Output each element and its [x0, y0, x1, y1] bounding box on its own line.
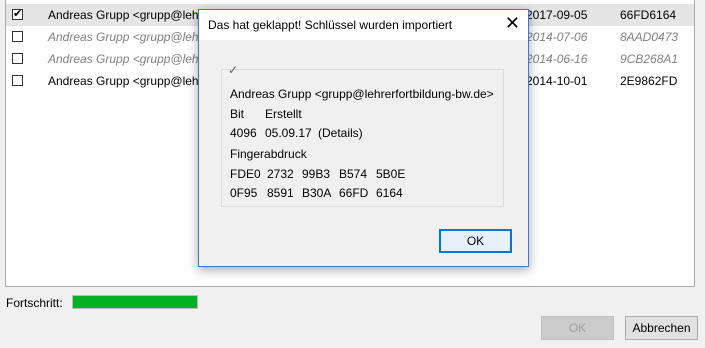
fingerprint-group: 6164: [376, 186, 403, 200]
fingerprint-label: Fingerabdruck: [230, 147, 307, 161]
bit-label: Bit: [230, 107, 245, 121]
checkbox[interactable]: [12, 75, 23, 86]
checkbox[interactable]: [12, 7, 23, 20]
details-link[interactable]: (Details): [318, 126, 363, 140]
key-date: 2014-07-06: [526, 30, 588, 44]
fingerprint-group: 2732: [267, 167, 294, 181]
created-label: Erstellt: [265, 107, 302, 121]
checkmark-icon: ✓: [228, 63, 239, 77]
key-date: 2017-09-05: [526, 8, 588, 22]
fingerprint-group: 66FD: [339, 186, 369, 200]
fingerprint-group: B574: [339, 167, 368, 181]
key-fingerprint: 8AAD0473: [620, 30, 679, 44]
close-icon[interactable]: ✕: [505, 14, 520, 32]
fingerprint-group: B30A: [302, 186, 332, 200]
key-fingerprint: 2E9862FD: [620, 74, 678, 88]
ok-button[interactable]: OK: [541, 316, 614, 340]
fingerprint-group: 8591: [267, 186, 294, 200]
fingerprint-group: 5B0E: [376, 167, 406, 181]
progress-fill: [73, 296, 197, 308]
fingerprint-group: 0F95: [230, 186, 258, 200]
fingerprint-group: 99B3: [302, 167, 331, 181]
key-date: 2014-06-16: [526, 52, 588, 66]
key-fingerprint: 66FD6164: [620, 8, 677, 22]
dialog-ok-button[interactable]: OK: [439, 229, 512, 253]
fingerprint-group: FDE0: [230, 167, 261, 181]
checkbox[interactable]: [12, 53, 23, 64]
import-success-dialog: Das hat geklappt! Schlüssel wurden impor…: [198, 9, 529, 267]
dialog-titlebar: Das hat geklappt! Schlüssel wurden impor…: [199, 10, 528, 40]
bits-value: 4096: [230, 126, 257, 140]
progress-label: Fortschritt:: [6, 296, 63, 310]
created-value: 05.09.17: [265, 126, 312, 140]
cancel-button[interactable]: Abbrechen: [625, 316, 698, 340]
key-date: 2014-10-01: [526, 74, 588, 88]
progress-bar: [72, 295, 198, 309]
key-fingerprint: 9CB268A1: [620, 52, 679, 66]
dialog-title: Das hat geklappt! Schlüssel wurden impor…: [208, 18, 453, 32]
key-identity: Andreas Grupp <grupp@lehrerfortbildung-b…: [230, 87, 494, 101]
checkbox[interactable]: [12, 31, 23, 42]
